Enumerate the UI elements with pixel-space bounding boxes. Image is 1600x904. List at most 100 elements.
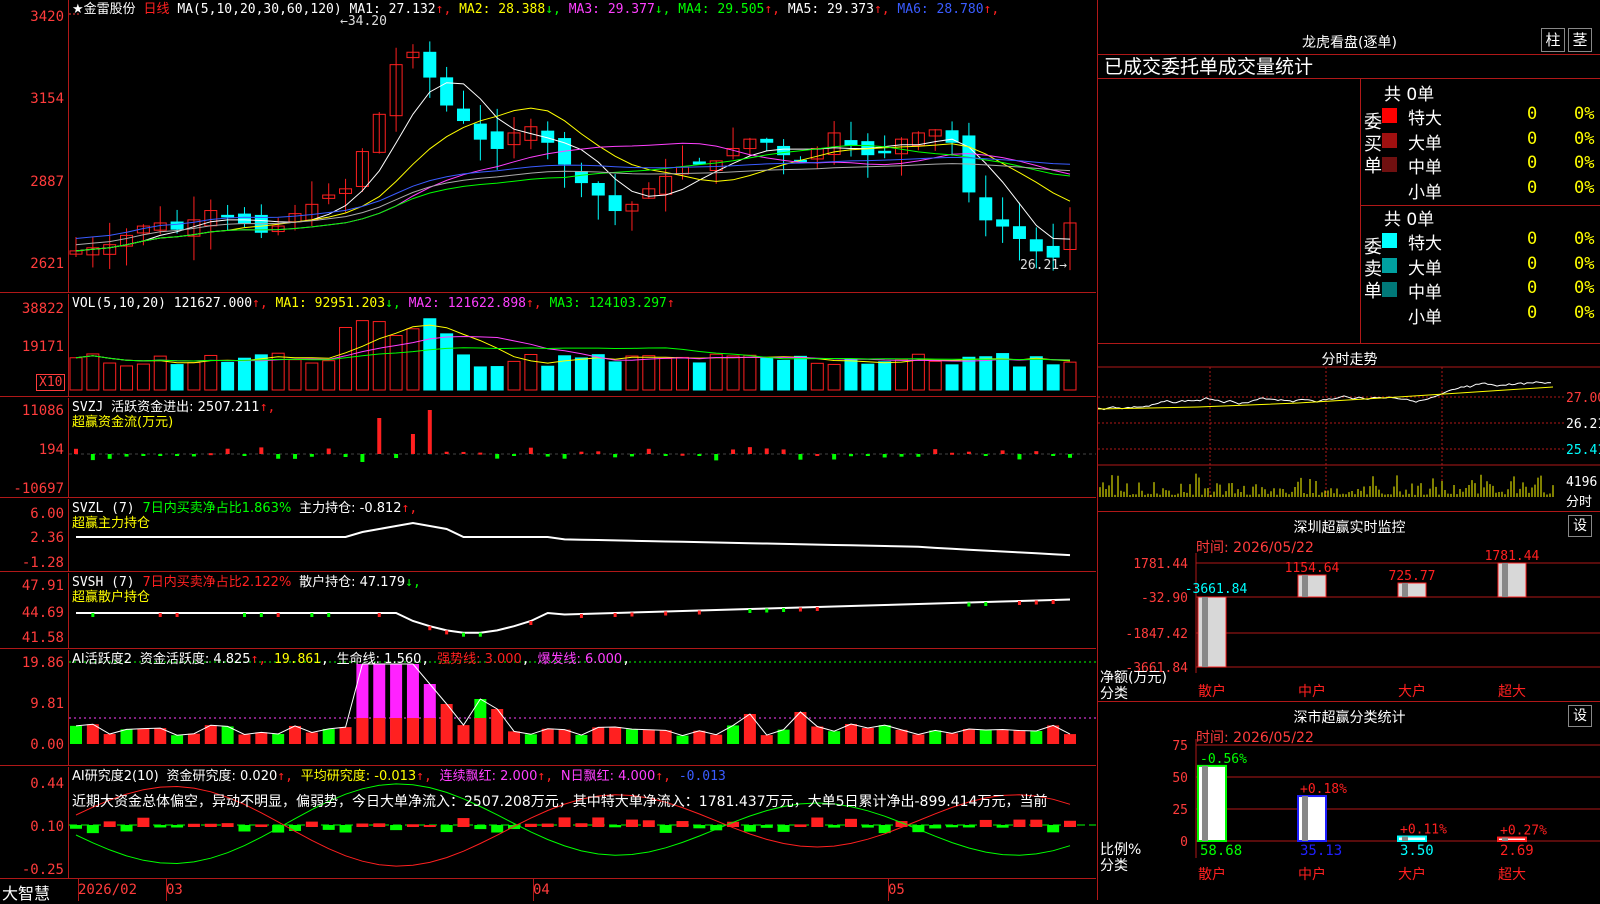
order-pct: 0% bbox=[1574, 177, 1595, 198]
activity-bar bbox=[272, 733, 285, 744]
svzj-pane[interactable]: SVZJ 活跃资金进出: 2507.211↑, 超赢资金流(万元) 11086 … bbox=[0, 398, 1096, 498]
svsh-pane[interactable]: SVSH (7) 7日内买卖净占比2.122% 散户持仓: 47.179↓, 超… bbox=[0, 573, 1096, 649]
flow-bar bbox=[697, 454, 702, 456]
period-label[interactable]: 日线 bbox=[143, 2, 169, 17]
intraday-panel[interactable]: 分时走势 27.00 26.21 25.41 4196 分时 bbox=[1098, 345, 1600, 512]
svzl-title: 主力持仓: -0.812 bbox=[299, 501, 402, 516]
ai-activity-pane[interactable]: AI活跃度2 资金活跃度: 4.825↑, 19.861, 生命线: 1.560… bbox=[0, 650, 1096, 766]
intraday-chart[interactable] bbox=[1098, 345, 1600, 512]
flow-bar bbox=[512, 454, 517, 456]
research-bar bbox=[305, 821, 318, 827]
research-bar bbox=[1013, 819, 1026, 827]
sz-class-chart[interactable]: 75 50 25 0 -0.56% 58.68 散户 +0.18% 35.13 中户 +0.11% 3… bbox=[1098, 703, 1600, 900]
ma-line-2 bbox=[75, 107, 1071, 252]
dragon-tiger-panel: 龙虎看盘(逐单) 柱 茎 已成交委托单成交量统计 委买单 委卖单 共 0单 共 … bbox=[1098, 0, 1600, 344]
research-bar bbox=[642, 820, 655, 827]
svsh-tick bbox=[478, 632, 482, 637]
candlestick-chart[interactable] bbox=[0, 0, 1096, 293]
vol-label: VOL(5,10,20) bbox=[72, 296, 166, 311]
ai2-a: 资金研究度: 0.020 bbox=[166, 769, 278, 784]
activity-bar bbox=[912, 734, 925, 744]
activity-bar bbox=[575, 735, 588, 744]
flow-bar bbox=[680, 453, 685, 456]
svsh-header: SVSH (7) 7日内买卖净占比2.122% 散户持仓: 47.179↓, 超… bbox=[72, 575, 421, 605]
svsh-tick bbox=[310, 613, 314, 617]
flow-bar bbox=[966, 451, 971, 454]
volume-bar bbox=[406, 328, 420, 391]
activity-bar bbox=[120, 729, 133, 744]
bar-mode-button[interactable]: 柱 bbox=[1541, 28, 1565, 52]
order-pct: 0% bbox=[1574, 253, 1595, 274]
app-name[interactable]: 大智慧 bbox=[2, 880, 50, 904]
research-bar bbox=[373, 823, 386, 827]
sz-class-panel[interactable]: 深市超赢分类统计 设 时间: 2026/05/22 75 50 25 0 -0.56% 5… bbox=[1098, 703, 1600, 900]
date-2: 03 bbox=[166, 882, 183, 898]
activity-bar bbox=[895, 729, 908, 744]
activity-bar bbox=[1047, 725, 1060, 744]
vol-unit[interactable]: X10 bbox=[36, 374, 66, 391]
price-pane[interactable]: ★金雷股份 日线 MA(5,10,20,30,60,120) MA1: 27.1… bbox=[0, 0, 1096, 293]
volume-bar bbox=[237, 357, 251, 391]
research-bar bbox=[676, 821, 689, 827]
stock-name[interactable]: ★金雷股份 bbox=[72, 2, 136, 17]
activity-bar bbox=[1064, 734, 1076, 744]
flow-bar bbox=[208, 453, 213, 456]
flow-bar bbox=[933, 449, 938, 454]
ratio-bar-shade bbox=[1302, 796, 1308, 841]
activity-bar bbox=[1030, 730, 1043, 744]
research-bar bbox=[339, 825, 352, 833]
price-axis-1: 3420 bbox=[30, 9, 64, 25]
research-bar bbox=[137, 817, 150, 827]
ai1-d: 强势线: 3.000 bbox=[437, 652, 522, 667]
intra-axis-3: 25.41 bbox=[1566, 443, 1600, 458]
flow-bar bbox=[293, 454, 298, 459]
svsh-tick bbox=[1017, 601, 1021, 605]
date-axis: 大智慧 2026/02 03 04 05 bbox=[0, 878, 1096, 903]
order-row: 大单 0 0% bbox=[1382, 253, 1600, 279]
activity-base bbox=[406, 718, 419, 744]
activity-base bbox=[373, 718, 386, 744]
research-bar bbox=[238, 825, 251, 832]
flow-bar bbox=[899, 454, 904, 457]
category-label: 散户 bbox=[1198, 866, 1226, 883]
activity-bar bbox=[861, 727, 874, 744]
svzl-sub: 超赢主力持仓 bbox=[72, 516, 151, 531]
ai-research-pane[interactable]: AI研究度2(10) 资金研究度: 0.020↑, 平均研究度: -0.013↑… bbox=[0, 767, 1096, 878]
ratio-bottom-label: 3.50 bbox=[1400, 843, 1434, 859]
ratio-top-label: +0.27% bbox=[1500, 824, 1547, 839]
volume-bar bbox=[187, 362, 201, 391]
research-bar bbox=[1047, 825, 1060, 833]
activity-bar bbox=[457, 725, 470, 744]
research-bar bbox=[946, 825, 959, 828]
activity-base bbox=[423, 718, 436, 744]
order-count: 0 bbox=[1527, 128, 1538, 149]
candle bbox=[692, 161, 706, 165]
flow-bar bbox=[663, 454, 668, 456]
activity-bar bbox=[204, 725, 217, 744]
ratio-bottom-label: 35.13 bbox=[1300, 843, 1342, 859]
svzl-pane[interactable]: SVZL (7) 7日内买卖净占比1.863% 主力持仓: -0.812↑, 超… bbox=[0, 499, 1096, 572]
research-bar bbox=[322, 825, 335, 830]
ratio-bottom-label: 2.69 bbox=[1500, 843, 1534, 859]
volume-bar bbox=[271, 352, 285, 391]
ai2-axis-2: 0.10 bbox=[30, 819, 64, 835]
research-bar bbox=[659, 825, 672, 833]
flow-bar bbox=[343, 454, 348, 457]
candle bbox=[1029, 239, 1043, 252]
volume-bar bbox=[372, 321, 386, 391]
activity-bar bbox=[339, 727, 352, 744]
sz-monitor-panel[interactable]: 深圳超赢实时监控 设 时间: 2026/05/22 1781.44 -32.90-… bbox=[1098, 513, 1600, 702]
activity-bar bbox=[154, 728, 167, 744]
research-bar bbox=[154, 825, 167, 828]
sz-monitor-chart[interactable]: 1781.44-32.90-1847.42-3661.84-3661.84散户1… bbox=[1098, 513, 1600, 702]
ai-activity-chart[interactable] bbox=[0, 650, 1096, 766]
activity-bar bbox=[137, 728, 150, 744]
flow-bar bbox=[326, 448, 331, 454]
vol-ma1: MA1: 92951.203 bbox=[275, 296, 386, 311]
order-count: 0 bbox=[1527, 302, 1538, 323]
ma-value-5: MA5: 29.373 bbox=[787, 2, 874, 17]
stem-mode-button[interactable]: 茎 bbox=[1568, 28, 1592, 52]
activity-bar bbox=[844, 724, 857, 744]
flow-bar bbox=[579, 451, 584, 454]
volume-pane[interactable]: VOL(5,10,20) 121627.000↑, MA1: 92951.203… bbox=[0, 294, 1096, 397]
